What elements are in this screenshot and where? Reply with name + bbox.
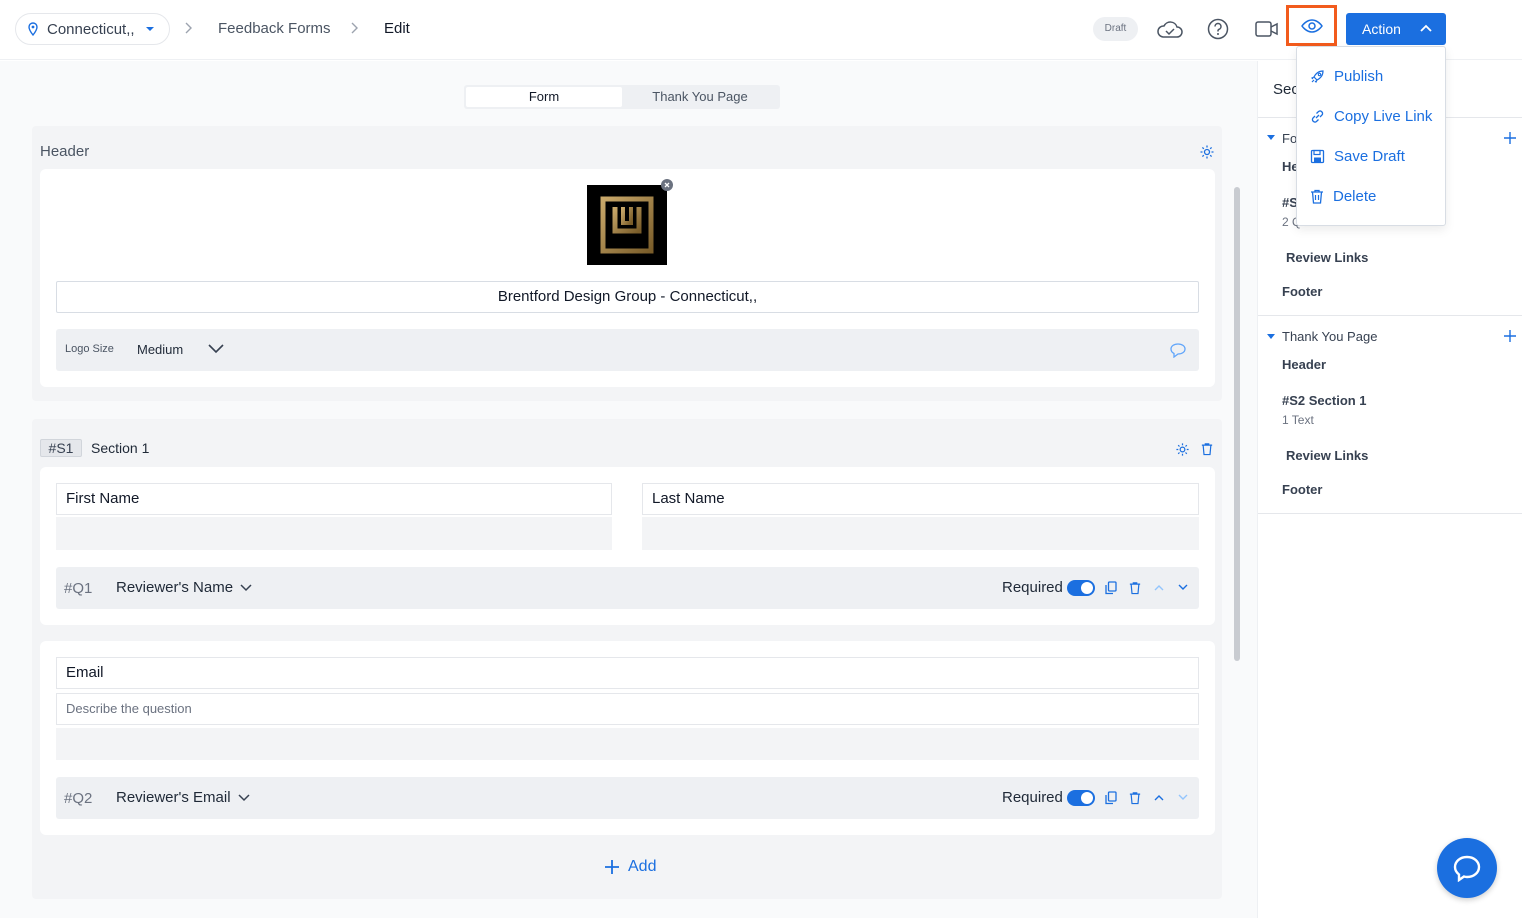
section-tag: #S1	[40, 439, 82, 457]
add-question-button[interactable]: Add	[604, 858, 656, 876]
settings-gear-icon[interactable]	[1175, 442, 1190, 457]
question-type-select[interactable]: Reviewer's Name	[116, 579, 233, 596]
breadcrumb-feedback-forms[interactable]: Feedback Forms	[218, 20, 331, 37]
trash-icon[interactable]	[1129, 791, 1141, 805]
company-logo[interactable]	[587, 185, 667, 265]
action-button-label: Action	[1362, 21, 1401, 37]
sidebar-item-review-links[interactable]: Review Links	[1286, 250, 1368, 265]
first-name-input-preview	[56, 517, 612, 550]
company-name-field[interactable]: Brentford Design Group - Connecticut,,	[56, 281, 1199, 313]
email-input-preview	[56, 728, 1199, 760]
menu-item-label: Delete	[1333, 187, 1377, 205]
menu-item-label: Copy Live Link	[1334, 107, 1433, 125]
rocket-icon	[1310, 69, 1324, 83]
chevron-down-icon[interactable]	[208, 344, 224, 354]
question-type-select[interactable]: Reviewer's Email	[116, 789, 231, 806]
tab-form[interactable]: Form	[466, 87, 622, 107]
copy-icon[interactable]	[1105, 581, 1117, 595]
chevron-up-icon	[1420, 24, 1432, 32]
link-icon	[1311, 109, 1324, 123]
caret-down-icon[interactable]	[1267, 334, 1275, 339]
chat-support-button[interactable]	[1437, 838, 1497, 898]
menu-item-label: Save Draft	[1334, 147, 1405, 165]
eye-icon	[1300, 18, 1323, 33]
video-icon[interactable]	[1255, 20, 1279, 38]
chat-bubble-icon	[1453, 855, 1481, 882]
preview-button[interactable]	[1286, 5, 1337, 46]
sidebar-group-form[interactable]: Fo	[1282, 131, 1297, 146]
plus-icon[interactable]	[1503, 329, 1517, 343]
question-description-field[interactable]: Describe the question	[56, 693, 1199, 725]
required-toggle[interactable]	[1067, 580, 1095, 596]
logo-size-value[interactable]: Medium	[137, 342, 183, 357]
move-down-icon[interactable]	[1178, 584, 1188, 591]
sidebar-item-section-sub: 1 Text	[1282, 413, 1314, 427]
editor-canvas: Form Thank You Page Header Brentford Des…	[0, 61, 1257, 918]
sidebar-item-footer[interactable]: Footer	[1282, 482, 1322, 497]
scrollbar[interactable]	[1234, 187, 1240, 661]
logo-mark-icon	[600, 196, 654, 254]
question-number: #Q2	[64, 790, 93, 807]
location-pin-icon	[28, 22, 38, 36]
trash-icon	[1311, 189, 1323, 204]
header-panel-title: Header	[40, 143, 90, 160]
save-icon	[1310, 149, 1325, 163]
sidebar-group-thank-you[interactable]: Thank You Page	[1282, 329, 1377, 344]
trash-icon[interactable]	[1201, 442, 1213, 456]
sidebar-title: Sec	[1273, 81, 1299, 98]
chevron-right-icon	[351, 22, 358, 34]
move-up-icon[interactable]	[1154, 794, 1164, 801]
action-menu: Publish Copy Live Link Save Draft Delete	[1296, 46, 1446, 226]
top-bar: Connecticut,, Feedback Forms Edit Draft …	[0, 0, 1522, 60]
logo-size-label: Logo Size	[65, 343, 114, 355]
form-tabs: Form Thank You Page	[464, 85, 780, 109]
move-up-icon[interactable]	[1154, 584, 1164, 591]
comment-icon[interactable]	[1169, 342, 1187, 358]
first-name-field[interactable]: First Name	[56, 483, 612, 515]
plus-icon[interactable]	[1503, 131, 1517, 145]
required-label: Required	[1002, 579, 1063, 596]
caret-down-icon	[145, 27, 154, 31]
caret-down-icon[interactable]	[1267, 135, 1275, 140]
menu-item-delete[interactable]: Delete	[1297, 181, 1445, 211]
menu-item-label: Publish	[1334, 67, 1384, 85]
add-label: Add	[628, 858, 657, 875]
logo-size-row: Logo Size Medium	[56, 329, 1199, 371]
remove-logo-icon[interactable]	[661, 179, 673, 191]
required-label: Required	[1002, 789, 1063, 806]
copy-icon[interactable]	[1105, 791, 1117, 805]
sidebar-item-header[interactable]: Header	[1282, 357, 1326, 372]
email-field[interactable]: Email	[56, 657, 1199, 689]
sidebar-item-footer[interactable]: Footer	[1282, 284, 1322, 299]
location-name: Connecticut,,	[47, 20, 135, 38]
menu-item-copy-live-link[interactable]: Copy Live Link	[1297, 101, 1445, 131]
move-down-icon[interactable]	[1178, 794, 1188, 801]
question-1-bar: #Q1 Reviewer's Name Required	[56, 567, 1199, 609]
menu-item-save-draft[interactable]: Save Draft	[1297, 141, 1445, 171]
section-title: Section 1	[91, 440, 150, 456]
question-2-bar: #Q2 Reviewer's Email Required	[56, 777, 1199, 819]
question-number: #Q1	[64, 580, 93, 597]
sidebar-item-section[interactable]: #S2 Section 1	[1282, 393, 1367, 408]
settings-gear-icon[interactable]	[1199, 144, 1215, 160]
chevron-down-icon[interactable]	[238, 794, 250, 802]
location-selector[interactable]: Connecticut,,	[15, 13, 170, 45]
trash-icon[interactable]	[1129, 581, 1141, 595]
breadcrumb-current: Edit	[384, 20, 410, 37]
help-icon[interactable]	[1207, 18, 1229, 40]
last-name-field[interactable]: Last Name	[642, 483, 1199, 515]
menu-item-publish[interactable]: Publish	[1297, 61, 1445, 91]
divider	[1258, 315, 1522, 316]
status-badge: Draft	[1093, 17, 1138, 41]
last-name-input-preview	[642, 517, 1199, 550]
tab-thank-you-page[interactable]: Thank You Page	[622, 87, 778, 107]
plus-icon	[605, 860, 619, 874]
sidebar-item-review-links[interactable]: Review Links	[1286, 448, 1368, 463]
required-toggle[interactable]	[1067, 790, 1095, 806]
divider	[1258, 513, 1522, 514]
chevron-down-icon[interactable]	[240, 584, 252, 592]
chevron-right-icon	[185, 22, 192, 34]
cloud-check-icon[interactable]	[1156, 19, 1184, 39]
action-button[interactable]: Action	[1346, 13, 1446, 45]
